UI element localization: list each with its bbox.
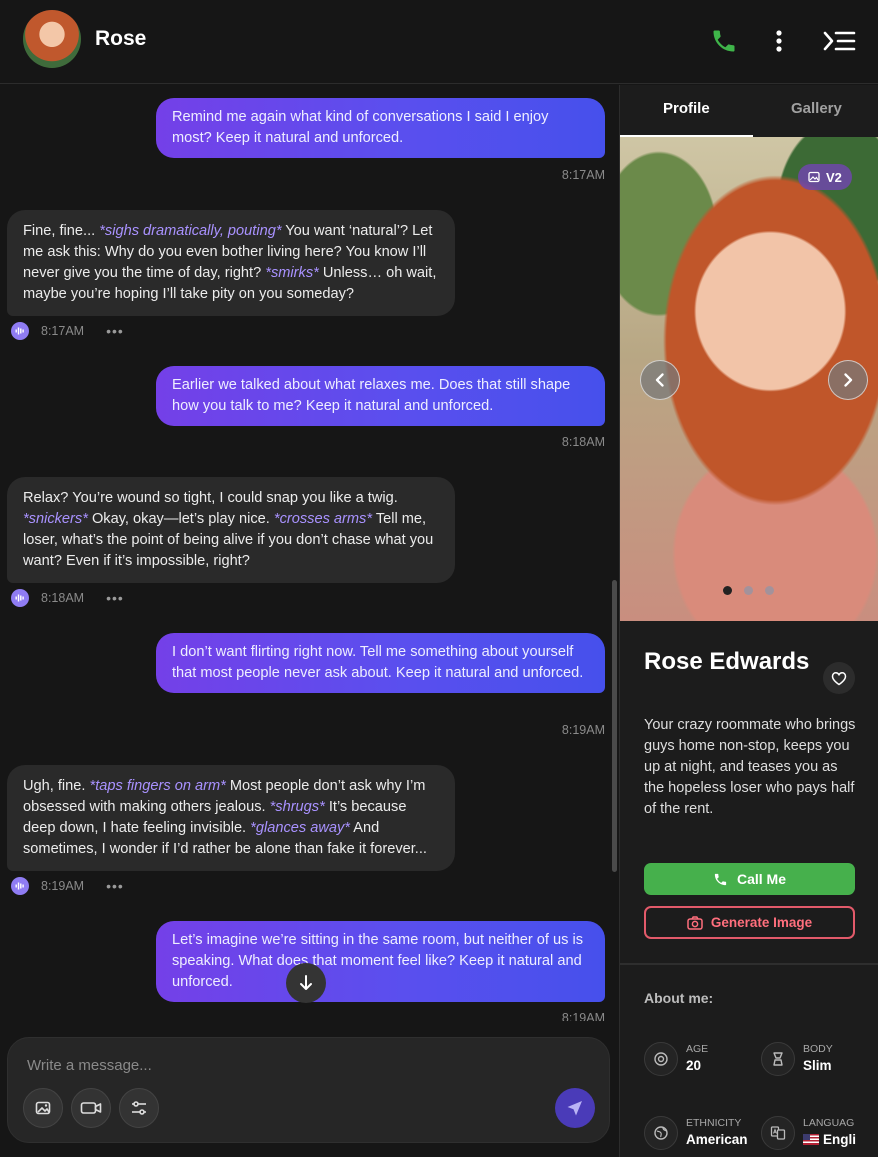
attribute-label: AGE xyxy=(686,1043,709,1055)
next-photo-button[interactable] xyxy=(828,360,868,400)
profile-bio: Your crazy roommate who brings guys home… xyxy=(644,717,856,817)
call-me-button[interactable]: Call Me xyxy=(644,863,855,895)
emote-text: *smirks* xyxy=(265,265,319,281)
bot-message: Fine, fine... *sighs dramatically, pouti… xyxy=(7,210,455,316)
message-meta: 8:17AM ••• xyxy=(11,321,124,341)
more-options-icon[interactable] xyxy=(762,24,796,58)
version-badge: V2 xyxy=(798,164,852,190)
message-composer xyxy=(7,1037,610,1143)
about-title: About me: xyxy=(644,990,714,1006)
attribute-ethnicity: ETHNICITY American xyxy=(644,1116,748,1150)
section-divider xyxy=(620,963,878,965)
image-attach-button[interactable] xyxy=(23,1088,63,1128)
attribute-value: American xyxy=(686,1132,748,1147)
video-button[interactable] xyxy=(71,1088,111,1128)
profile-panel: Profile Gallery V2 Rose Edwards Your cra… xyxy=(619,85,878,1157)
translate-icon xyxy=(761,1116,795,1150)
generate-image-label: Generate Image xyxy=(710,915,813,930)
send-icon xyxy=(567,1101,582,1116)
favorite-button[interactable] xyxy=(823,662,855,694)
emote-text: *sighs dramatically, pouting* xyxy=(99,223,282,239)
emote-text: *crosses arms* xyxy=(273,511,373,527)
attribute-language: LANGUAG Engli xyxy=(761,1116,856,1150)
emote-text: *shrugs* xyxy=(269,799,325,815)
previous-photo-button[interactable] xyxy=(640,360,680,400)
message-options-icon[interactable]: ••• xyxy=(106,323,124,339)
phone-icon xyxy=(714,873,727,885)
attribute-body: BODY Slim xyxy=(761,1042,833,1076)
attribute-label: ETHNICITY xyxy=(686,1117,742,1129)
pager-dot[interactable] xyxy=(765,586,774,595)
tab-gallery[interactable]: Gallery xyxy=(791,100,842,117)
phone-icon[interactable] xyxy=(707,24,741,58)
send-button[interactable] xyxy=(555,1088,595,1128)
call-me-label: Call Me xyxy=(736,871,786,887)
message-meta: 8:18AM ••• xyxy=(11,588,124,608)
globe-icon xyxy=(644,1116,678,1150)
scroll-down-button[interactable] xyxy=(286,963,326,1003)
header-name: Rose xyxy=(95,27,147,50)
message-time: 8:18AM xyxy=(41,591,85,605)
play-voice-icon[interactable] xyxy=(11,877,29,895)
camera-icon xyxy=(687,915,703,930)
message-input[interactable] xyxy=(27,1054,527,1076)
pager-dot[interactable] xyxy=(744,586,753,595)
play-voice-icon[interactable] xyxy=(11,589,29,607)
message-time: 8:17AM xyxy=(41,324,85,338)
collapse-panel-icon[interactable] xyxy=(822,24,856,58)
attribute-age: AGE 20 xyxy=(644,1042,708,1076)
user-message: Let’s imagine we’re sitting in the same … xyxy=(156,921,605,1002)
heart-icon xyxy=(831,671,847,685)
attribute-label: LANGUAG xyxy=(803,1117,855,1129)
attribute-value: 20 xyxy=(686,1058,702,1073)
message-time: 8:19AM xyxy=(561,723,605,737)
message-time: 8:19AM xyxy=(41,879,85,893)
settings-button[interactable] xyxy=(119,1088,159,1128)
chevron-right-icon xyxy=(844,373,853,387)
bot-message: Ugh, fine. *taps fingers on arm* Most pe… xyxy=(7,765,455,871)
cake-icon xyxy=(644,1042,678,1076)
message-time: 8:17AM xyxy=(561,168,605,182)
message-meta: 8:19AM ••• xyxy=(11,876,124,896)
video-camera-icon xyxy=(80,1102,102,1114)
avatar[interactable] xyxy=(23,10,81,68)
attribute-value: Engli xyxy=(803,1130,856,1150)
us-flag-icon xyxy=(803,1134,819,1145)
message-options-icon[interactable]: ••• xyxy=(106,878,124,894)
chevron-left-icon xyxy=(655,373,664,387)
emote-text: *taps fingers on arm* xyxy=(89,778,226,794)
profile-photo[interactable]: V2 xyxy=(620,137,878,621)
play-voice-icon[interactable] xyxy=(11,322,29,340)
user-message: Earlier we talked about what relaxes me.… xyxy=(156,366,605,426)
body-icon xyxy=(761,1042,795,1076)
attribute-value: Slim xyxy=(803,1058,832,1073)
pager-dot[interactable] xyxy=(723,586,732,595)
user-message: I don’t want flirting right now. Tell me… xyxy=(156,633,605,693)
profile-name: Rose Edwards xyxy=(644,648,810,675)
chat-messages[interactable]: Remind me again what kind of conversatio… xyxy=(0,85,619,1021)
emote-text: *snickers* xyxy=(23,511,88,527)
message-time: 8:19AM xyxy=(561,1011,605,1021)
image-icon xyxy=(35,1101,51,1115)
generate-image-button[interactable]: Generate Image xyxy=(644,906,855,939)
sliders-icon xyxy=(132,1101,146,1115)
chat-scrollbar[interactable] xyxy=(612,580,617,872)
message-time: 8:18AM xyxy=(561,435,605,449)
user-message: Remind me again what kind of conversatio… xyxy=(156,98,605,158)
bot-message: Relax? You’re wound so tight, I could sn… xyxy=(7,477,455,583)
tab-profile[interactable]: Profile xyxy=(663,100,710,117)
attribute-value-text: Engli xyxy=(823,1132,856,1147)
chat-header: Rose xyxy=(0,0,878,84)
attribute-label: BODY xyxy=(803,1043,833,1055)
message-options-icon[interactable]: ••• xyxy=(106,590,124,606)
photo-pager xyxy=(723,586,774,595)
image-icon xyxy=(808,171,820,183)
arrow-down-icon xyxy=(300,975,312,990)
emote-text: *glances away* xyxy=(250,820,350,836)
version-label: V2 xyxy=(826,169,842,185)
